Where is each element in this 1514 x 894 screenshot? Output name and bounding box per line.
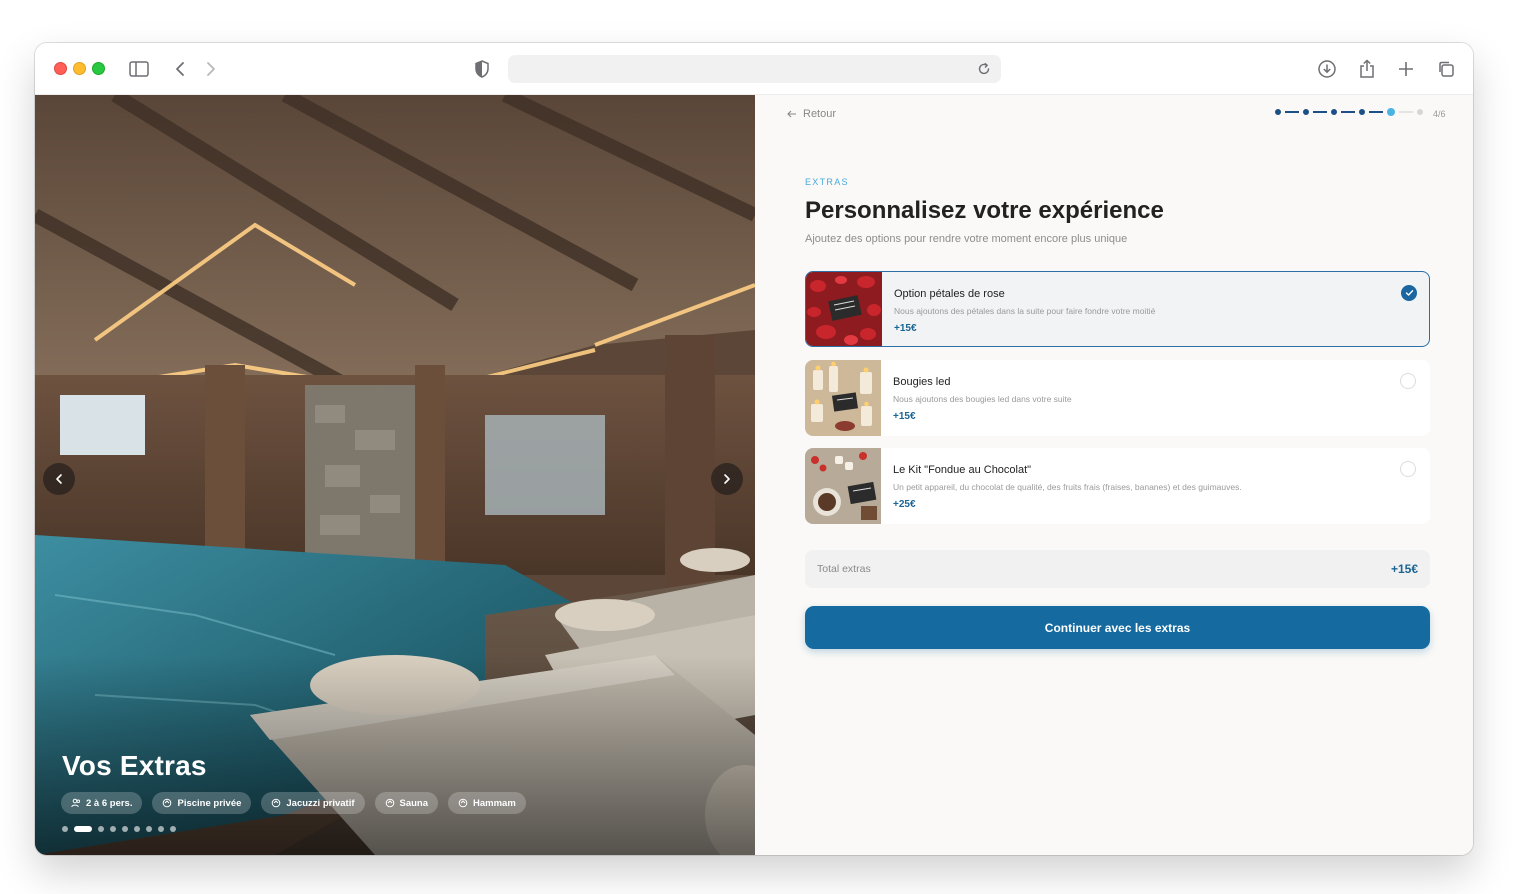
page-title: Personnalisez votre expérience <box>805 197 1164 224</box>
gallery-dot[interactable] <box>62 826 68 832</box>
gallery-dot[interactable] <box>98 826 104 832</box>
privacy-shield-icon[interactable] <box>470 57 494 81</box>
extra-description: Un petit appareil, du chocolat de qualit… <box>893 482 1242 492</box>
extras-panel: Retour 4/6 EXTRAS Personnalisez votre ex… <box>755 95 1473 855</box>
chevron-right-icon <box>724 474 730 484</box>
tab-overview-icon[interactable] <box>1434 57 1458 81</box>
browser-toolbar <box>35 43 1473 95</box>
gallery-dot[interactable] <box>146 826 152 832</box>
extra-card-led-candles[interactable]: Bougies led Nous ajoutons des bougies le… <box>805 360 1430 436</box>
step-dot-done <box>1275 109 1281 115</box>
step-counter: 4/6 <box>1433 109 1446 119</box>
extra-description: Nous ajoutons des bougies led dans votre… <box>893 394 1072 404</box>
total-label: Total extras <box>817 563 871 575</box>
new-tab-icon[interactable] <box>1394 57 1418 81</box>
step-connector <box>1313 111 1327 113</box>
chevron-left-icon <box>56 474 62 484</box>
gallery-next-button[interactable] <box>711 463 743 495</box>
chip-label: Piscine privée <box>177 797 242 809</box>
chip-hammam: Hammam <box>448 792 526 814</box>
chip-pool: Piscine privée <box>152 792 252 814</box>
step-dot-done <box>1303 109 1309 115</box>
gallery-dot[interactable] <box>122 826 128 832</box>
extra-price: +15€ <box>894 323 917 334</box>
browser-window: Vos Extras 2 à 6 pers. Piscine privée Ja… <box>35 43 1473 855</box>
chip-label: Jacuzzi privatif <box>286 797 355 809</box>
back-icon[interactable] <box>168 57 192 81</box>
hero-title: Vos Extras <box>62 750 207 781</box>
extra-card-rose-petals[interactable]: Option pétales de rose Nous ajoutons des… <box>805 271 1430 347</box>
spark-icon <box>272 798 281 808</box>
step-dot-todo <box>1417 109 1423 115</box>
chip-sauna: Sauna <box>374 792 439 814</box>
gallery-pagination <box>62 826 176 832</box>
spark-icon <box>163 798 172 808</box>
step-dot-current <box>1387 108 1395 116</box>
spark-icon <box>458 798 468 808</box>
extra-title: Bougies led <box>893 376 951 388</box>
chip-label: Sauna <box>399 797 429 809</box>
continue-button[interactable]: Continuer avec les extras <box>805 606 1430 649</box>
gallery-dot[interactable] <box>158 826 164 832</box>
people-icon <box>71 798 81 808</box>
minimize-window-button[interactable] <box>73 62 86 75</box>
gallery-dot[interactable] <box>110 826 116 832</box>
back-label: Retour <box>803 108 837 120</box>
extra-title: Le Kit "Fondue au Chocolat" <box>893 464 1032 476</box>
chip-label: Hammam <box>473 797 516 809</box>
back-link[interactable]: Retour <box>787 108 836 120</box>
gallery-dot[interactable] <box>170 826 176 832</box>
step-connector <box>1399 111 1413 113</box>
close-window-button[interactable] <box>54 62 67 75</box>
step-progress <box>1275 108 1423 116</box>
forward-icon[interactable] <box>199 57 223 81</box>
extra-price: +25€ <box>893 499 916 510</box>
spark-icon <box>385 798 394 808</box>
step-connector <box>1369 111 1383 113</box>
hero-gallery: Vos Extras 2 à 6 pers. Piscine privée Ja… <box>35 95 755 855</box>
gallery-prev-button[interactable] <box>43 463 75 495</box>
step-connector <box>1285 111 1299 113</box>
amenity-chips: 2 à 6 pers. Piscine privée Jacuzzi priva… <box>61 792 526 814</box>
gallery-dot-active[interactable] <box>74 826 92 832</box>
arrow-left-icon <box>787 110 796 118</box>
led-candles-thumbnail <box>805 360 881 436</box>
total-value: +15€ <box>1390 562 1418 576</box>
chocolate-fondue-thumbnail <box>805 448 881 524</box>
gallery-dot[interactable] <box>134 826 140 832</box>
selected-check-icon[interactable] <box>1401 285 1417 301</box>
reload-icon[interactable] <box>973 58 995 80</box>
unselected-radio-icon[interactable] <box>1400 373 1416 389</box>
address-bar[interactable] <box>508 55 1001 83</box>
extra-price: +15€ <box>893 411 916 422</box>
chip-guests: 2 à 6 pers. <box>61 792 143 814</box>
zoom-window-button[interactable] <box>92 62 105 75</box>
extra-card-chocolate-fondue[interactable]: Le Kit "Fondue au Chocolat" Un petit app… <box>805 448 1430 524</box>
extra-description: Nous ajoutons des pétales dans la suite … <box>894 306 1156 316</box>
sidebar-toggle-icon[interactable] <box>127 57 151 81</box>
chip-label: 2 à 6 pers. <box>86 797 133 809</box>
share-icon[interactable] <box>1355 57 1379 81</box>
unselected-radio-icon[interactable] <box>1400 461 1416 477</box>
extras-total: Total extras +15€ <box>805 550 1430 588</box>
extra-title: Option pétales de rose <box>894 288 1005 300</box>
section-eyebrow: EXTRAS <box>805 177 849 187</box>
rose-petals-thumbnail <box>806 272 882 346</box>
step-dot-done <box>1331 109 1337 115</box>
chip-jacuzzi: Jacuzzi privatif <box>261 792 365 814</box>
step-dot-done <box>1359 109 1365 115</box>
step-connector <box>1341 111 1355 113</box>
page-subtitle: Ajoutez des options pour rendre votre mo… <box>805 233 1128 245</box>
download-icon[interactable] <box>1315 57 1339 81</box>
